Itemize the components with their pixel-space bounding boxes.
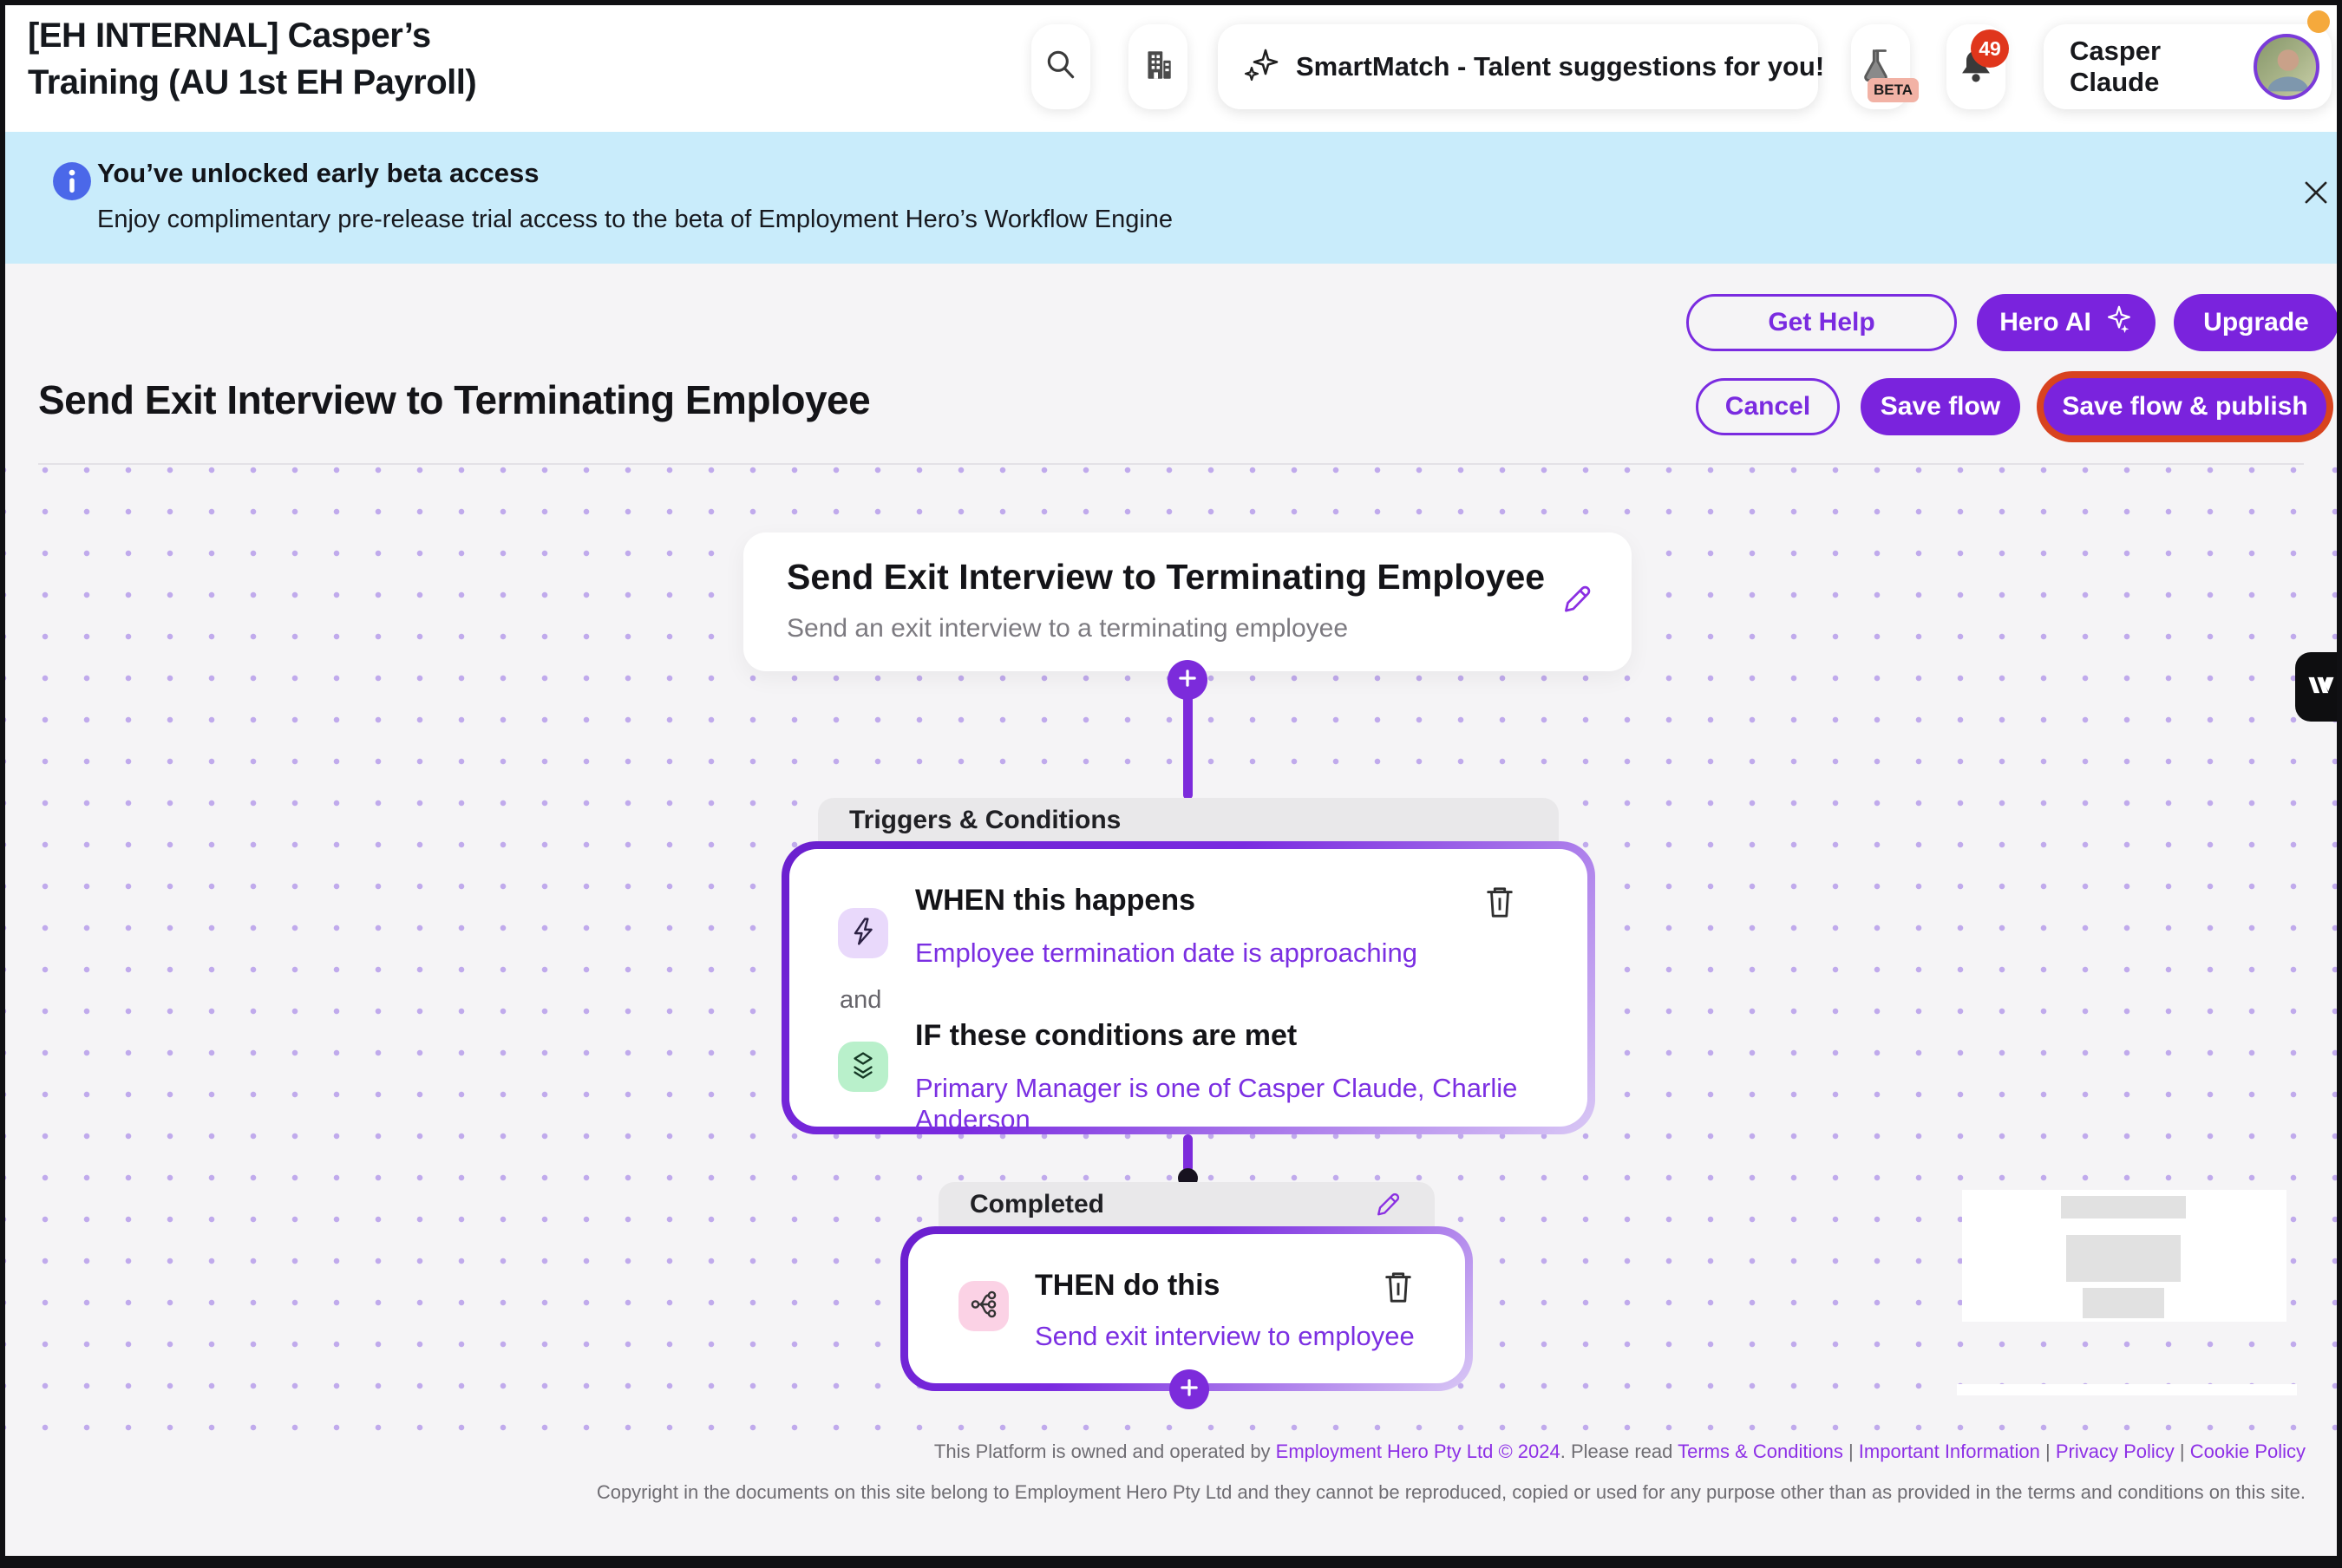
notifications-button[interactable]: 49 xyxy=(1946,24,2005,109)
and-label: and xyxy=(840,986,881,1015)
delete-trigger-icon[interactable] xyxy=(1483,884,1516,920)
skeleton-bar xyxy=(2061,1196,2186,1218)
footer-prefix: This Platform is owned and operated by xyxy=(934,1441,1276,1462)
top-bar: [EH INTERNAL] Casper’s Training (AU 1st … xyxy=(5,5,2337,132)
search-button[interactable] xyxy=(1031,24,1090,109)
footer-privacy-link[interactable]: Privacy Policy xyxy=(2056,1441,2175,1462)
footer-separator: | xyxy=(1843,1441,1859,1462)
info-icon xyxy=(52,161,92,201)
hero-ai-button[interactable]: Hero AI xyxy=(1977,294,2156,351)
upgrade-button[interactable]: Upgrade xyxy=(2174,294,2339,351)
get-help-label: Get Help xyxy=(1768,308,1874,337)
page-title: Send Exit Interview to Terminating Emplo… xyxy=(38,376,870,423)
beta-labs-button[interactable]: BETA xyxy=(1851,24,1910,109)
cancel-label: Cancel xyxy=(1725,392,1810,421)
org-title: [EH INTERNAL] Casper’s Training (AU 1st … xyxy=(28,12,476,106)
upgrade-label: Upgrade xyxy=(2203,308,2309,337)
banner-body: Enjoy complimentary pre-release trial ac… xyxy=(97,206,1173,234)
w-edge-widget-button[interactable] xyxy=(2295,652,2342,722)
beta-badge: BETA xyxy=(1868,78,1919,102)
smartmatch-banner-button[interactable]: SmartMatch - Talent suggestions for you! xyxy=(1218,24,1818,109)
connector-line-middle xyxy=(1183,1134,1193,1173)
sparkle-icon xyxy=(2103,304,2133,341)
save-flow-label: Save flow xyxy=(1881,392,2000,421)
triggers-node-card[interactable]: WHEN this happens Employee termination d… xyxy=(782,841,1595,1134)
edit-completed-group-icon[interactable] xyxy=(1372,1189,1403,1220)
org-title-line1: [EH INTERNAL] Casper’s xyxy=(28,12,476,59)
organisation-button[interactable] xyxy=(1128,24,1187,109)
condition-chip xyxy=(838,1042,888,1092)
corner-indicator-dot xyxy=(2307,10,2330,33)
cancel-button[interactable]: Cancel xyxy=(1696,378,1840,435)
flow-subtitle: Send an exit interview to a terminating … xyxy=(787,614,1348,644)
org-title-line2: Training (AU 1st EH Payroll) xyxy=(28,59,476,106)
notification-count-badge: 49 xyxy=(1971,29,2009,68)
footer-separator: | xyxy=(2175,1441,2190,1462)
triggers-group-header: Triggers & Conditions xyxy=(818,798,1559,843)
action-chip xyxy=(958,1281,1009,1331)
save-flow-publish-button[interactable]: Save flow & publish xyxy=(2044,378,2326,435)
smartmatch-label: SmartMatch - Talent suggestions for you! xyxy=(1296,51,1824,82)
when-value-link[interactable]: Employee termination date is approaching xyxy=(915,938,1417,969)
add-step-button-bottom[interactable] xyxy=(1169,1369,1209,1409)
layers-icon xyxy=(848,1050,878,1084)
completed-group-label: Completed xyxy=(970,1190,1104,1219)
footer-legal-line1: This Platform is owned and operated by E… xyxy=(934,1441,2306,1463)
get-help-button[interactable]: Get Help xyxy=(1686,294,1957,351)
app-window: [EH INTERNAL] Casper’s Training (AU 1st … xyxy=(0,0,2342,1568)
footer-important-link[interactable]: Important Information xyxy=(1859,1441,2040,1462)
action-node-card[interactable]: THEN do this Send exit interview to empl… xyxy=(900,1226,1473,1391)
w-logo-icon xyxy=(2304,668,2339,707)
flow-title: Send Exit Interview to Terminating Emplo… xyxy=(787,557,1545,598)
search-icon xyxy=(1043,47,1079,88)
banner-title: You’ve unlocked early beta access xyxy=(97,158,539,189)
add-step-button-top[interactable] xyxy=(1168,660,1207,700)
plus-icon xyxy=(1176,667,1199,694)
building-icon xyxy=(1140,47,1176,88)
footer-cookie-link[interactable]: Cookie Policy xyxy=(2190,1441,2306,1462)
footer-terms-link[interactable]: Terms & Conditions xyxy=(1678,1441,1843,1462)
edit-flow-title-icon[interactable] xyxy=(1559,581,1595,617)
if-heading: IF these conditions are met xyxy=(915,1019,1297,1053)
trigger-chip xyxy=(838,908,888,958)
footer-mid: . Please read xyxy=(1560,1441,1678,1462)
triggers-group-label: Triggers & Conditions xyxy=(849,806,1121,835)
user-menu-button[interactable]: Casper Claude xyxy=(2044,24,2332,109)
hero-ai-label: Hero AI xyxy=(1999,308,2091,337)
close-icon[interactable] xyxy=(2299,175,2333,210)
footer-owner-link[interactable]: Employment Hero Pty Ltd © 2024 xyxy=(1276,1441,1560,1462)
then-value-link[interactable]: Send exit interview to employee xyxy=(1035,1321,1415,1352)
sparkles-icon xyxy=(1242,46,1280,88)
flow-title-card[interactable]: Send Exit Interview to Terminating Emplo… xyxy=(743,532,1632,671)
avatar xyxy=(2254,34,2319,100)
save-flow-button[interactable]: Save flow xyxy=(1861,378,2020,435)
footer-legal-line2: Copyright in the documents on this site … xyxy=(597,1481,2306,1504)
loading-widget-strip xyxy=(1957,1384,2297,1395)
user-name: Casper Claude xyxy=(2070,36,2254,98)
skeleton-bar xyxy=(2083,1288,2164,1318)
delete-action-icon[interactable] xyxy=(1382,1269,1415,1305)
skeleton-bar xyxy=(2066,1235,2181,1282)
lightning-icon xyxy=(848,917,878,951)
loading-widget xyxy=(1962,1190,2286,1322)
plus-icon xyxy=(1178,1376,1200,1403)
if-value-link[interactable]: Primary Manager is one of Casper Claude,… xyxy=(915,1073,1587,1135)
when-heading: WHEN this happens xyxy=(915,884,1195,918)
save-flow-publish-label: Save flow & publish xyxy=(2062,392,2307,421)
workflow-branch-icon xyxy=(968,1289,999,1324)
footer-separator: | xyxy=(2040,1441,2056,1462)
then-heading: THEN do this xyxy=(1035,1269,1220,1303)
action-node-inner: THEN do this Send exit interview to empl… xyxy=(908,1234,1465,1383)
beta-access-banner: You’ve unlocked early beta access Enjoy … xyxy=(5,132,2337,264)
triggers-node-inner: WHEN this happens Employee termination d… xyxy=(789,849,1587,1127)
completed-group-header: Completed xyxy=(939,1182,1435,1227)
